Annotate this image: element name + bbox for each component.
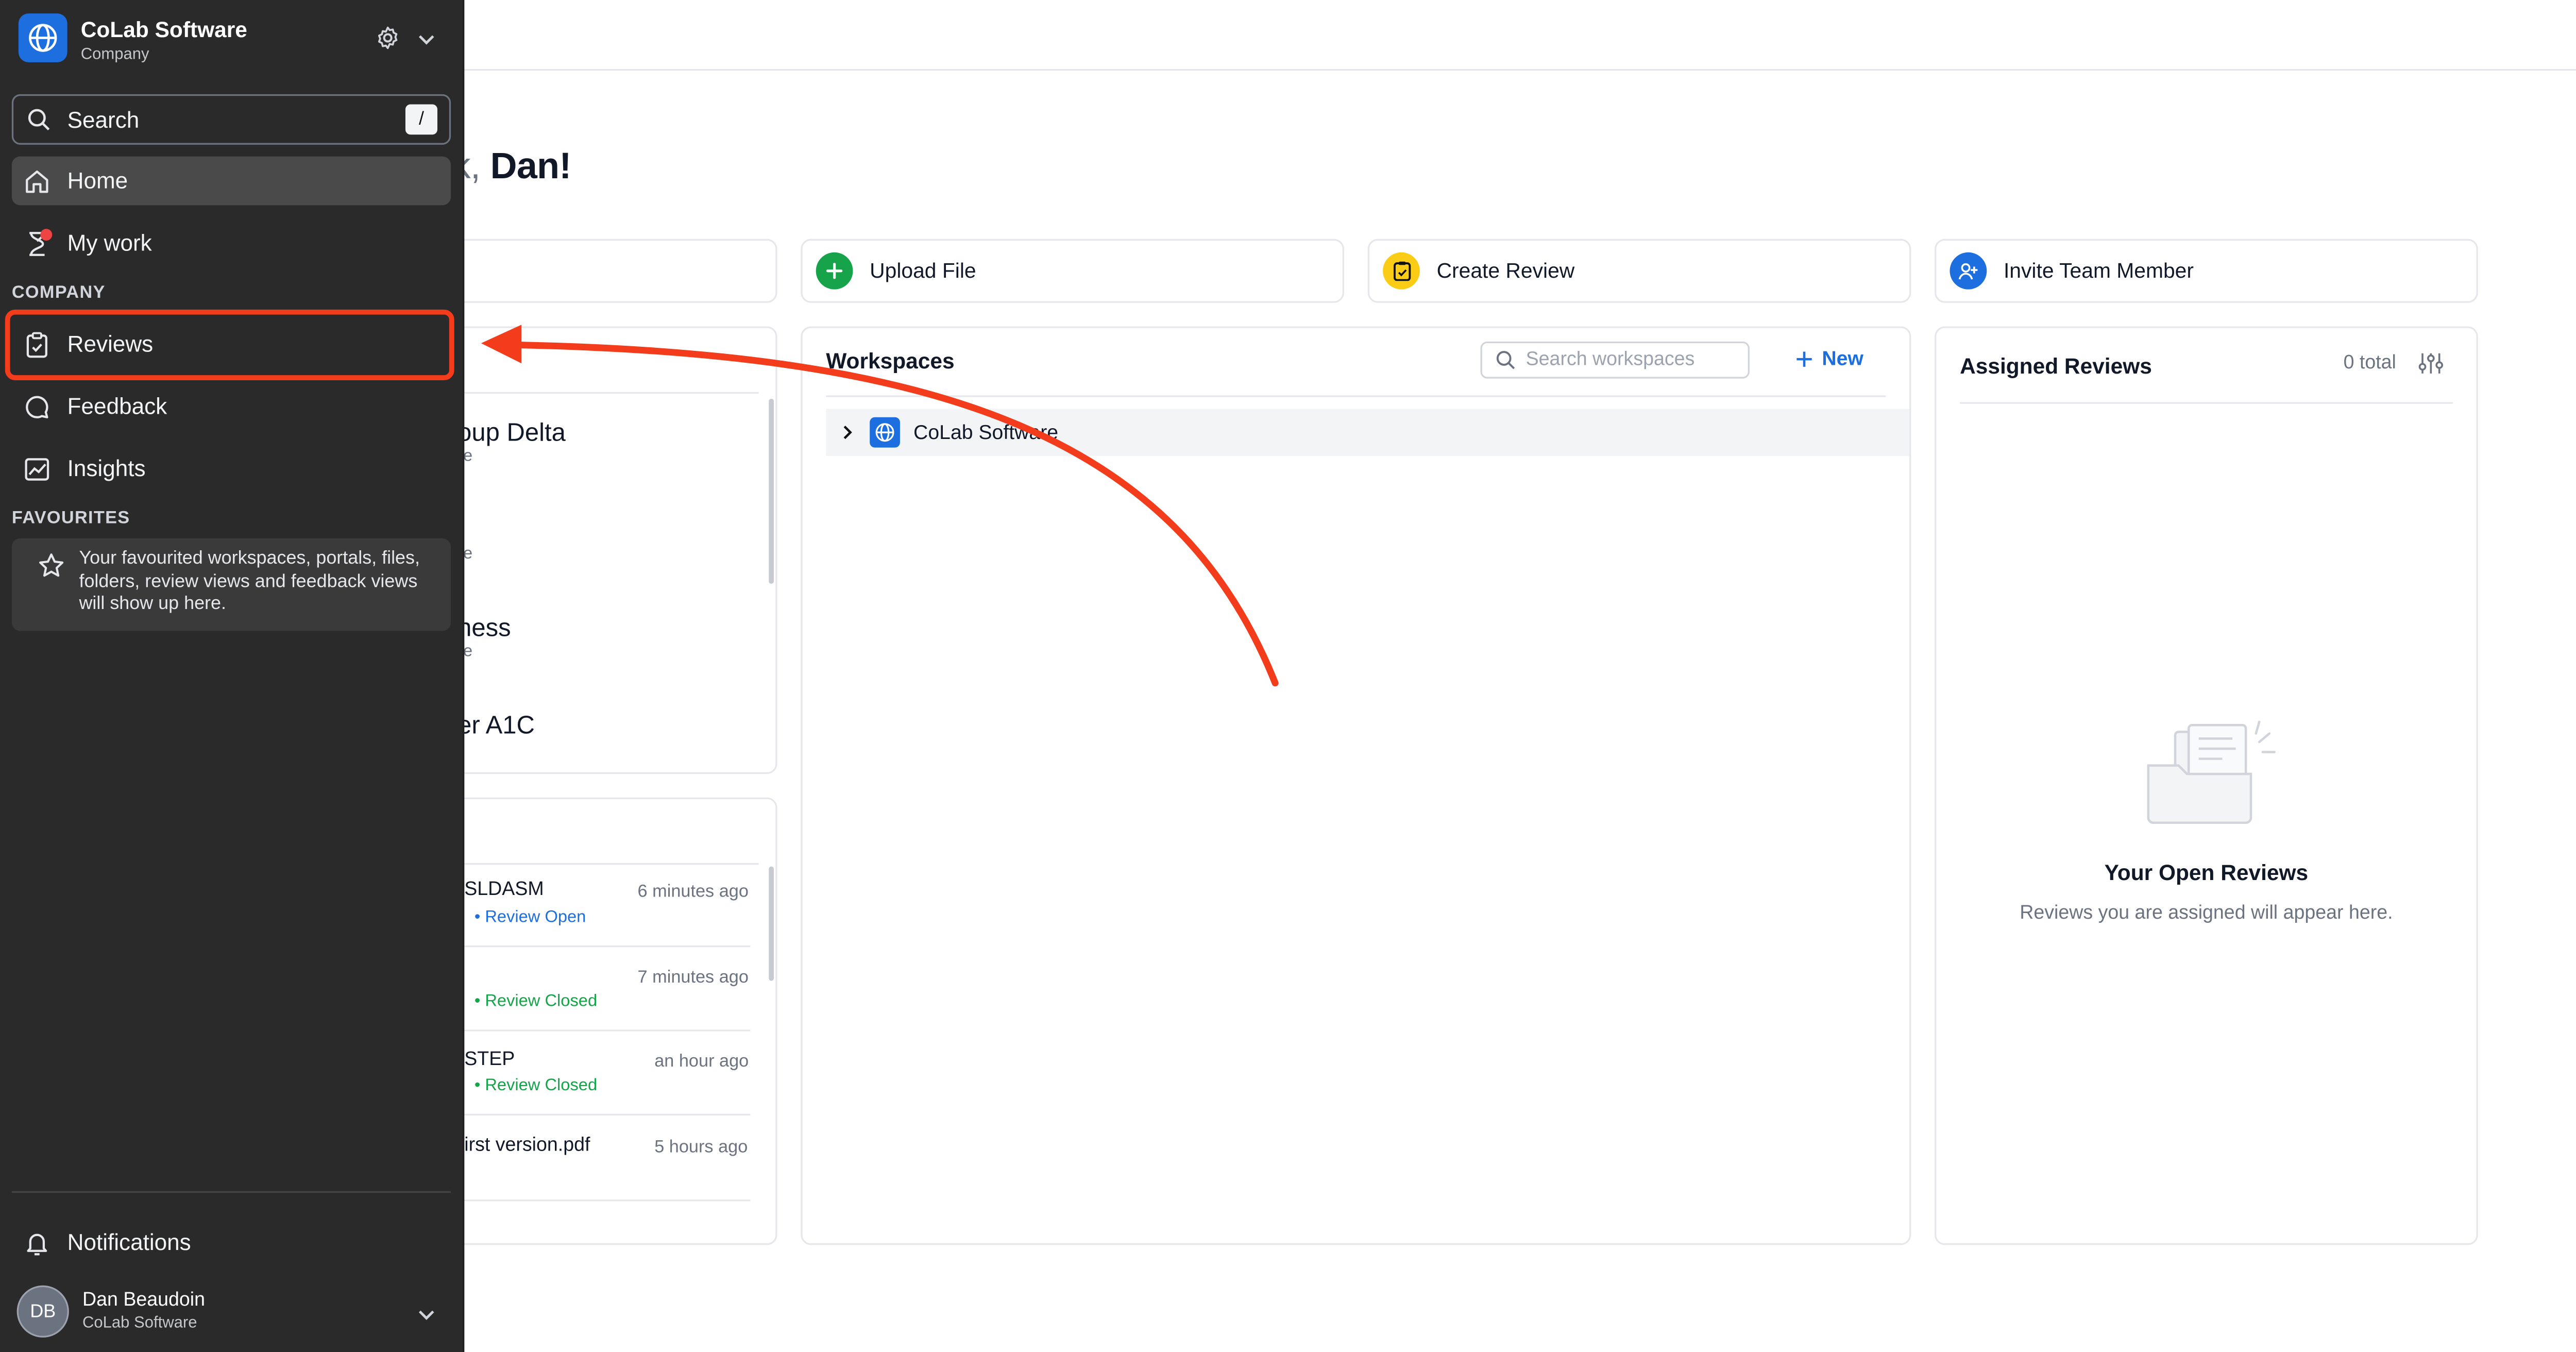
search-label: Search <box>67 107 140 132</box>
user-plus-icon <box>1950 252 1987 290</box>
favourites-empty-text: Your favourited workspaces, portals, fil… <box>79 548 420 614</box>
assigned-reviews-total: 0 total <box>2343 353 2396 374</box>
section-company: COMPANY <box>11 282 106 303</box>
recent-files-card <box>420 326 777 774</box>
chevron-down-icon[interactable] <box>417 1302 436 1332</box>
section-favourites: FAVOURITES <box>11 508 130 529</box>
sidebar-item-feedback[interactable]: Feedback <box>12 382 451 431</box>
bell-icon <box>27 1232 47 1255</box>
activity-status: • Review Closed <box>474 1076 598 1095</box>
new-label: New <box>1822 346 1863 370</box>
status-label: Review Closed <box>485 1076 598 1095</box>
sidebar: CoLab Software Company Search / Home My … <box>0 0 465 1352</box>
divider <box>1960 402 2453 404</box>
globe-icon <box>18 13 67 62</box>
activity-card <box>420 797 777 1245</box>
home-icon <box>26 170 48 192</box>
chevron-down-icon[interactable] <box>417 27 436 57</box>
org-switcher[interactable]: CoLab Software Company <box>18 13 247 64</box>
star-icon <box>39 553 64 577</box>
annotation-highlight-box <box>5 309 454 380</box>
app-root: ck, Dan! Upload File Create Review Invit… <box>0 0 2576 1352</box>
search-workspaces-input[interactable] <box>1526 350 1728 370</box>
divider <box>422 863 759 865</box>
search-icon <box>28 109 50 131</box>
empty-state-title: Your Open Reviews <box>2104 859 2309 885</box>
assigned-reviews-title: Assigned Reviews <box>1960 353 2152 379</box>
activity-time: 5 hours ago <box>654 1137 748 1158</box>
search-icon <box>1496 351 1515 369</box>
workspace-row[interactable]: CoLab Software <box>826 409 1910 456</box>
activity-time: 6 minutes ago <box>637 882 749 902</box>
upload-file-label: Upload File <box>870 259 976 283</box>
workspaces-title: Workspaces <box>826 348 955 374</box>
scrollbar[interactable] <box>769 398 774 584</box>
plus-icon <box>816 252 853 290</box>
user-name: Dan Beaudoin <box>82 1290 206 1311</box>
divider <box>461 1199 751 1202</box>
sidebar-item-notifications[interactable]: Notifications <box>12 1218 451 1267</box>
divider <box>826 395 1886 397</box>
divider <box>422 392 759 394</box>
divider <box>461 1029 751 1032</box>
invite-team-member-button[interactable]: Invite Team Member <box>1935 239 2478 303</box>
greeting-name: Dan! <box>490 144 572 187</box>
globe-icon <box>870 417 900 448</box>
workspace-name: CoLab Software <box>913 420 1059 445</box>
recent-file-name[interactable]: oup Delta <box>457 419 566 448</box>
create-review-button[interactable]: Create Review <box>1367 239 1911 303</box>
sidebar-item-home[interactable]: Home <box>11 156 451 206</box>
quick-action-partial[interactable] <box>420 239 777 303</box>
user-org: CoLab Software <box>82 1314 197 1333</box>
empty-state-subtitle: Reviews you are assigned will appear her… <box>2020 903 2393 924</box>
activity-file-name[interactable]: STEP <box>464 1050 515 1070</box>
clipboard-icon <box>1383 252 1420 290</box>
avatar: DB <box>16 1285 69 1338</box>
search-shortcut-key: / <box>405 104 437 135</box>
gear-icon[interactable] <box>375 25 400 59</box>
sidebar-item-my-work[interactable]: My work <box>12 218 451 267</box>
org-type: Company <box>80 45 149 64</box>
sidebar-item-label: My work <box>67 230 152 256</box>
divider <box>461 945 751 948</box>
sidebar-item-label: Notifications <box>67 1229 191 1255</box>
new-workspace-button[interactable]: New <box>1795 347 1863 370</box>
sidebar-item-label: Home <box>67 168 128 194</box>
chat-bubble-icon <box>26 395 48 418</box>
workspaces-card: Workspaces New CoLab Software <box>801 326 1911 1245</box>
activity-status: • Review Open <box>474 908 586 927</box>
activity-time: an hour ago <box>654 1051 749 1072</box>
notification-dot <box>40 229 53 241</box>
favourites-empty-box: Your favourited workspaces, portals, fil… <box>11 538 451 631</box>
sidebar-item-insights[interactable]: Insights <box>12 444 451 493</box>
divider <box>11 1191 451 1193</box>
plus-icon <box>1797 350 1812 366</box>
create-review-label: Create Review <box>1436 259 1575 283</box>
activity-file-name[interactable]: SLDASM <box>464 880 544 900</box>
chart-icon <box>25 457 49 480</box>
status-label: Review Open <box>485 908 586 927</box>
invite-team-member-label: Invite Team Member <box>2003 259 2194 283</box>
workspace-search[interactable] <box>1480 341 1750 379</box>
activity-time: 7 minutes ago <box>637 967 749 988</box>
user-menu[interactable]: DB Dan Beaudoin CoLab Software <box>16 1285 206 1338</box>
recent-file-name[interactable]: er A1C <box>457 712 535 740</box>
empty-folder-icon <box>2147 720 2276 824</box>
upload-file-button[interactable]: Upload File <box>801 239 1344 303</box>
sidebar-search[interactable]: Search / <box>11 94 451 145</box>
recent-file-name[interactable]: ness <box>457 614 511 643</box>
chevron-right-icon[interactable] <box>839 424 856 441</box>
filter-icon[interactable] <box>2417 351 2444 383</box>
scrollbar[interactable] <box>769 866 774 981</box>
divider <box>461 1113 751 1116</box>
assigned-reviews-card: Assigned Reviews 0 total Your Open Revie… <box>1935 326 2478 1245</box>
sidebar-item-label: Insights <box>67 455 146 481</box>
sidebar-item-label: Feedback <box>67 394 167 419</box>
activity-file-name[interactable]: irst version.pdf <box>464 1136 590 1156</box>
org-name: CoLab Software <box>80 16 247 42</box>
status-label: Review Closed <box>485 992 598 1011</box>
activity-status: • Review Closed <box>474 992 598 1011</box>
